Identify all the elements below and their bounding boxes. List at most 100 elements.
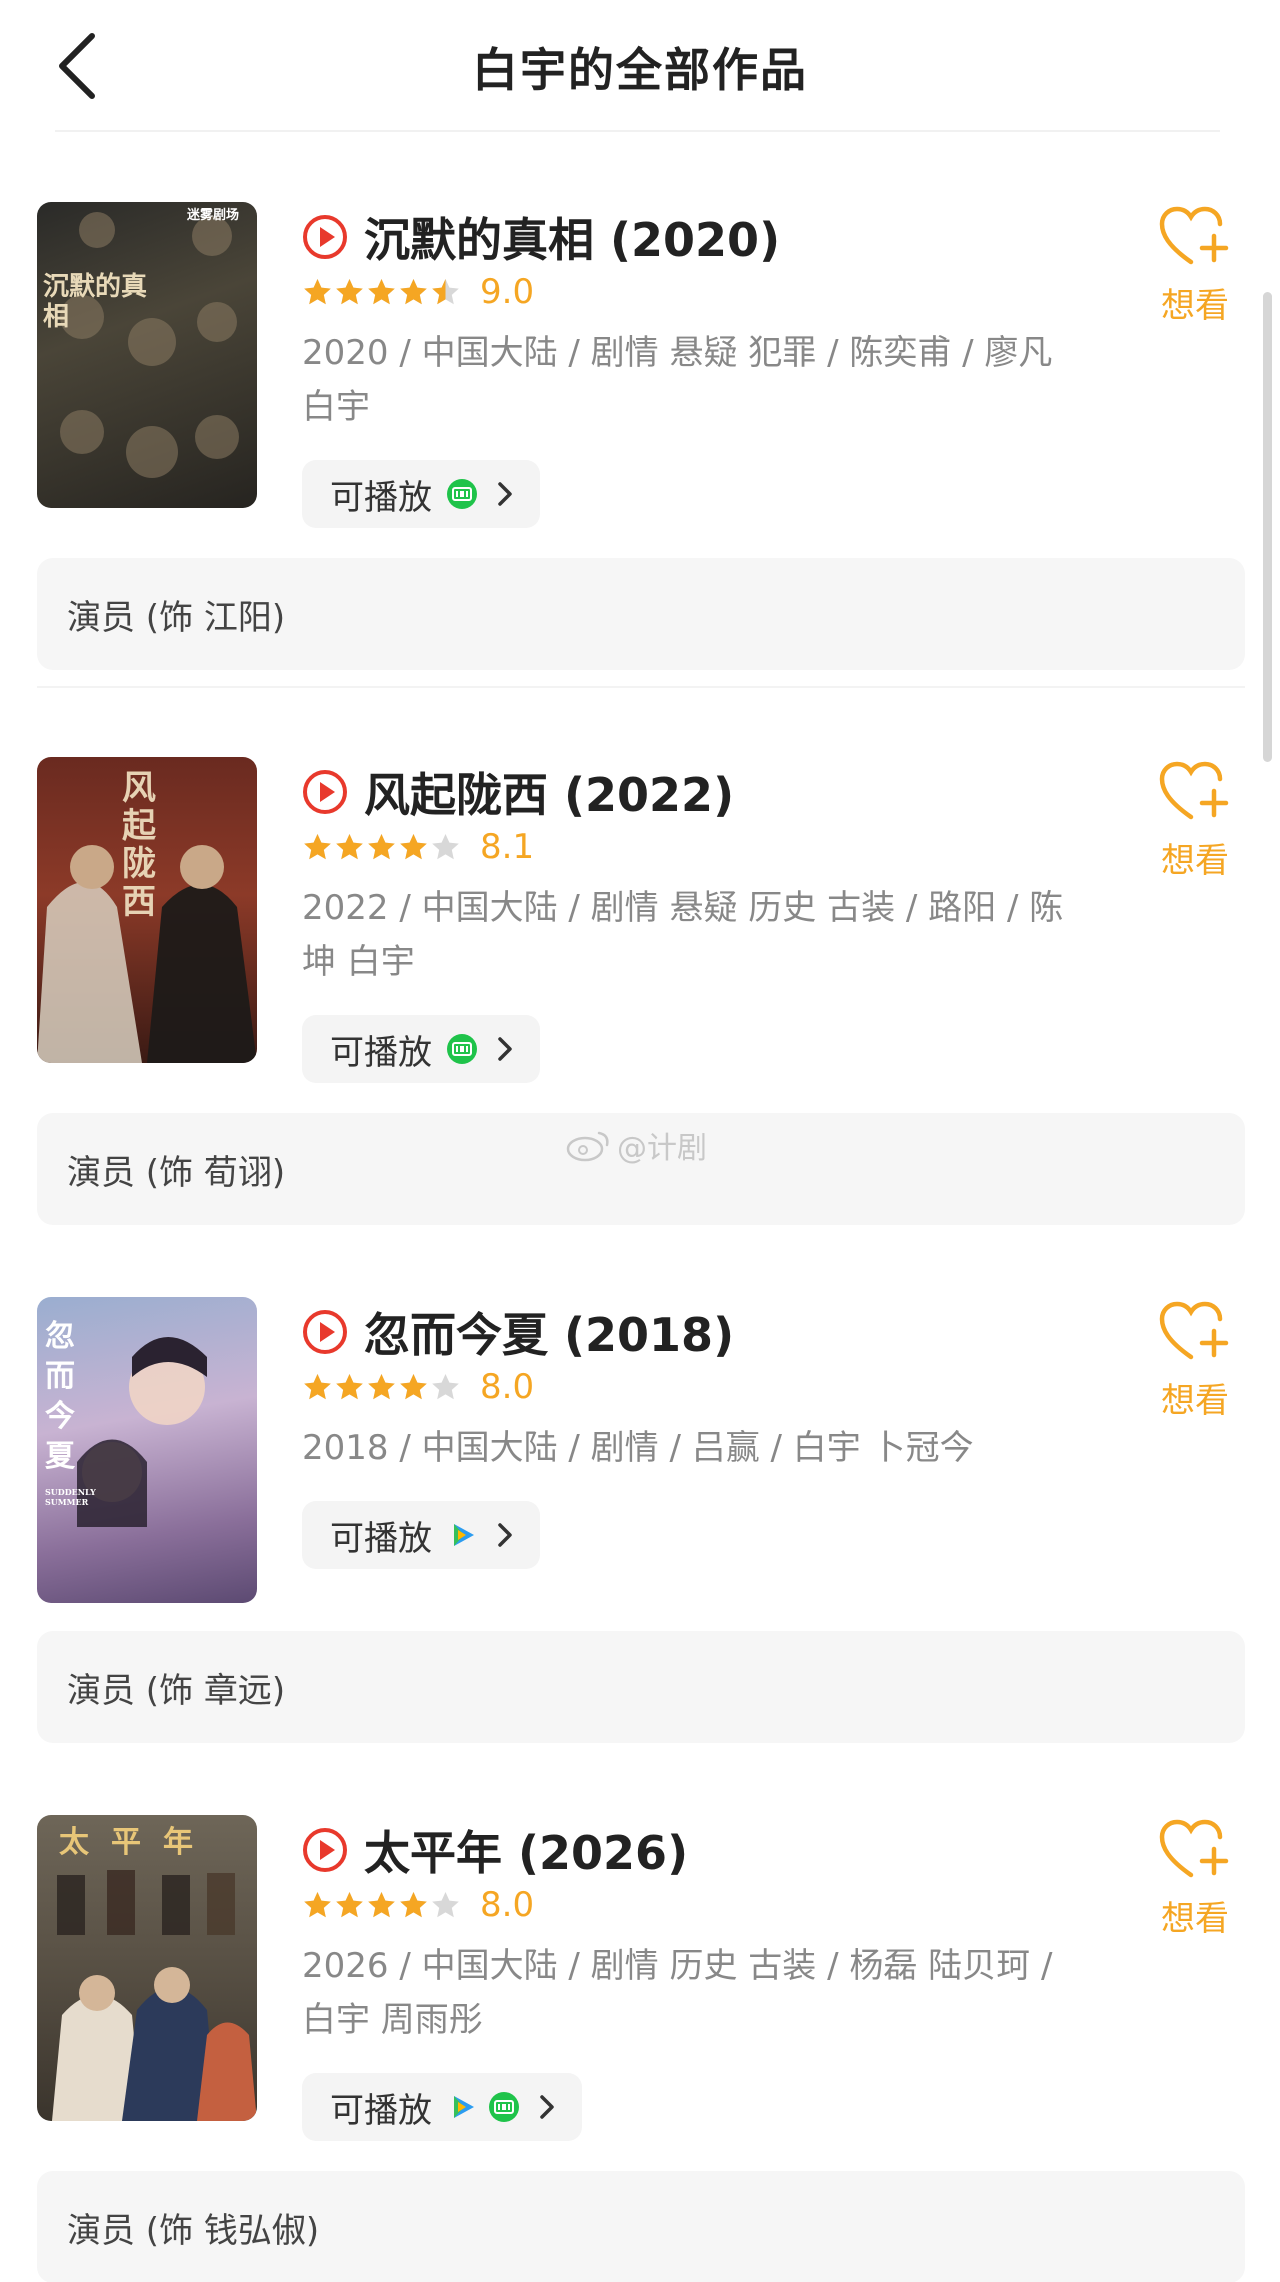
play-circle-icon bbox=[303, 1828, 347, 1872]
star-empty-icon bbox=[432, 1373, 459, 1399]
role-box: 演员 (饰 章远) bbox=[37, 1631, 1245, 1743]
want-to-watch-label: 想看 bbox=[1161, 286, 1229, 326]
star-half-icon bbox=[432, 278, 459, 304]
header-divider bbox=[55, 130, 1220, 132]
rating-score: 8.0 bbox=[480, 1885, 535, 1925]
work-meta: 2020 / 中国大陆 / 剧情 悬疑 犯罪 / 陈奕甫 / 廖凡 白宇 bbox=[302, 333, 1053, 427]
star-full-icon bbox=[368, 1373, 395, 1399]
star-rating bbox=[302, 832, 462, 863]
playable-button[interactable]: 可播放 bbox=[302, 1015, 540, 1083]
rating-row: 9.0 bbox=[302, 272, 534, 312]
platform-icons bbox=[446, 2091, 530, 2123]
title-row: 沉默的真相 (2020) bbox=[302, 207, 780, 267]
star-full-icon bbox=[336, 278, 363, 304]
playable-label: 可播放 bbox=[330, 1518, 432, 1559]
poster-title-text: 沉默的真相 bbox=[43, 272, 148, 332]
chevron-right-icon bbox=[498, 482, 512, 506]
playable-button[interactable]: 可播放 bbox=[302, 1501, 540, 1569]
rating-score: 9.0 bbox=[480, 272, 535, 312]
play-circle-icon bbox=[303, 770, 347, 814]
work-title[interactable]: 沉默的真相 (2020) bbox=[364, 204, 780, 270]
chevron-right-icon bbox=[498, 1523, 512, 1547]
scrollbar[interactable] bbox=[1263, 292, 1272, 762]
star-full-icon bbox=[336, 833, 363, 859]
poster-title-text: 太平年 bbox=[59, 1825, 215, 1860]
iqiyi-icon bbox=[447, 1034, 477, 1064]
rating-row: 8.0 bbox=[302, 1885, 534, 1925]
role-text: 演员 (饰 章远) bbox=[67, 1670, 286, 1711]
playable-label: 可播放 bbox=[330, 1032, 432, 1073]
poster-image: 忽而今夏 SUDDENLY SUMMER bbox=[37, 1297, 257, 1603]
iqiyi-icon bbox=[489, 2092, 519, 2122]
platform-icons bbox=[446, 1519, 488, 1551]
want-to-watch-button[interactable]: 想看 bbox=[1150, 1817, 1240, 1940]
role-box: 演员 (饰 江阳) bbox=[37, 558, 1245, 670]
poster-subtitle-text: SUDDENLY SUMMER bbox=[45, 1487, 96, 1507]
star-rating bbox=[302, 277, 462, 308]
star-full-icon bbox=[400, 833, 427, 859]
work-title[interactable]: 风起陇西 (2022) bbox=[364, 759, 734, 825]
title-row: 太平年 (2026) bbox=[302, 1820, 688, 1880]
poster-image: 太平年 bbox=[37, 1815, 257, 2121]
star-full-icon bbox=[336, 1891, 363, 1917]
playable-button[interactable]: 可播放 bbox=[302, 460, 540, 528]
rating-score: 8.1 bbox=[480, 827, 535, 867]
page-title: 白宇的全部作品 bbox=[472, 43, 808, 97]
work-meta: 2018 / 中国大陆 / 剧情 / 吕赢 / 白宇 卜冠今 bbox=[302, 1428, 974, 1468]
want-to-watch-label: 想看 bbox=[1161, 841, 1229, 881]
want-to-watch-label: 想看 bbox=[1161, 1899, 1229, 1939]
role-text: 演员 (饰 荀诩) bbox=[67, 1152, 286, 1193]
role-text: 演员 (饰 钱弘俶) bbox=[67, 2210, 320, 2251]
work-meta: 2026 / 中国大陆 / 剧情 历史 古装 / 杨磊 陆贝珂 / 白宇 周雨彤 bbox=[302, 1946, 1053, 2040]
want-to-watch-button[interactable]: 想看 bbox=[1150, 1299, 1240, 1422]
star-full-icon bbox=[400, 278, 427, 304]
heart-plus-icon bbox=[1159, 206, 1229, 265]
nav-header: 白宇的全部作品 bbox=[0, 0, 1280, 132]
title-row: 风起陇西 (2022) bbox=[302, 762, 734, 822]
star-full-icon bbox=[336, 1373, 363, 1399]
role-box: 演员 (饰 钱弘俶) bbox=[37, 2171, 1245, 2282]
works-page: 白宇的全部作品 沉默的真相 迷雾剧场 沉默的真相 (2020) 9.0 2020… bbox=[0, 0, 1280, 2282]
star-empty-icon bbox=[432, 1891, 459, 1917]
star-full-icon bbox=[304, 833, 331, 859]
playable-label: 可播放 bbox=[330, 2090, 432, 2131]
title-row: 忽而今夏 (2018) bbox=[302, 1302, 734, 1362]
chevron-right-icon bbox=[498, 1037, 512, 1061]
item-divider bbox=[37, 686, 1245, 688]
play-circle-icon bbox=[303, 1310, 347, 1354]
poster-title-text: 风起陇西 bbox=[122, 768, 156, 922]
star-full-icon bbox=[368, 833, 395, 859]
poster-logo-text: 迷雾剧场 bbox=[187, 208, 240, 223]
role-text: 演员 (饰 江阳) bbox=[67, 597, 286, 638]
tencent-video-icon bbox=[454, 1524, 474, 1546]
want-to-watch-label: 想看 bbox=[1161, 1381, 1229, 1421]
rating-row: 8.1 bbox=[302, 827, 534, 867]
want-to-watch-button[interactable]: 想看 bbox=[1150, 204, 1240, 327]
playable-button[interactable]: 可播放 bbox=[302, 2073, 582, 2141]
chevron-right-icon bbox=[540, 2095, 554, 2119]
star-rating bbox=[302, 1890, 462, 1921]
star-full-icon bbox=[304, 1891, 331, 1917]
platform-icons bbox=[446, 1033, 488, 1065]
tencent-video-icon bbox=[454, 2096, 474, 2118]
star-full-icon bbox=[400, 1891, 427, 1917]
work-title[interactable]: 忽而今夏 (2018) bbox=[364, 1299, 734, 1365]
watermark: @计剧 bbox=[565, 1122, 707, 1168]
poster-image: 沉默的真相 迷雾剧场 bbox=[37, 202, 257, 508]
star-full-icon bbox=[368, 1891, 395, 1917]
star-full-icon bbox=[304, 278, 331, 304]
platform-icons bbox=[446, 478, 488, 510]
star-empty-icon bbox=[432, 833, 459, 859]
playable-label: 可播放 bbox=[330, 477, 432, 518]
heart-plus-icon bbox=[1159, 1301, 1229, 1360]
iqiyi-icon bbox=[447, 479, 477, 509]
star-full-icon bbox=[304, 1373, 331, 1399]
want-to-watch-button[interactable]: 想看 bbox=[1150, 759, 1240, 882]
heart-plus-icon bbox=[1159, 761, 1229, 820]
heart-plus-icon bbox=[1159, 1819, 1229, 1878]
rating-score: 8.0 bbox=[480, 1367, 535, 1407]
rating-row: 8.0 bbox=[302, 1367, 534, 1407]
star-full-icon bbox=[400, 1373, 427, 1399]
star-rating bbox=[302, 1372, 462, 1403]
work-title[interactable]: 太平年 (2026) bbox=[364, 1817, 688, 1883]
